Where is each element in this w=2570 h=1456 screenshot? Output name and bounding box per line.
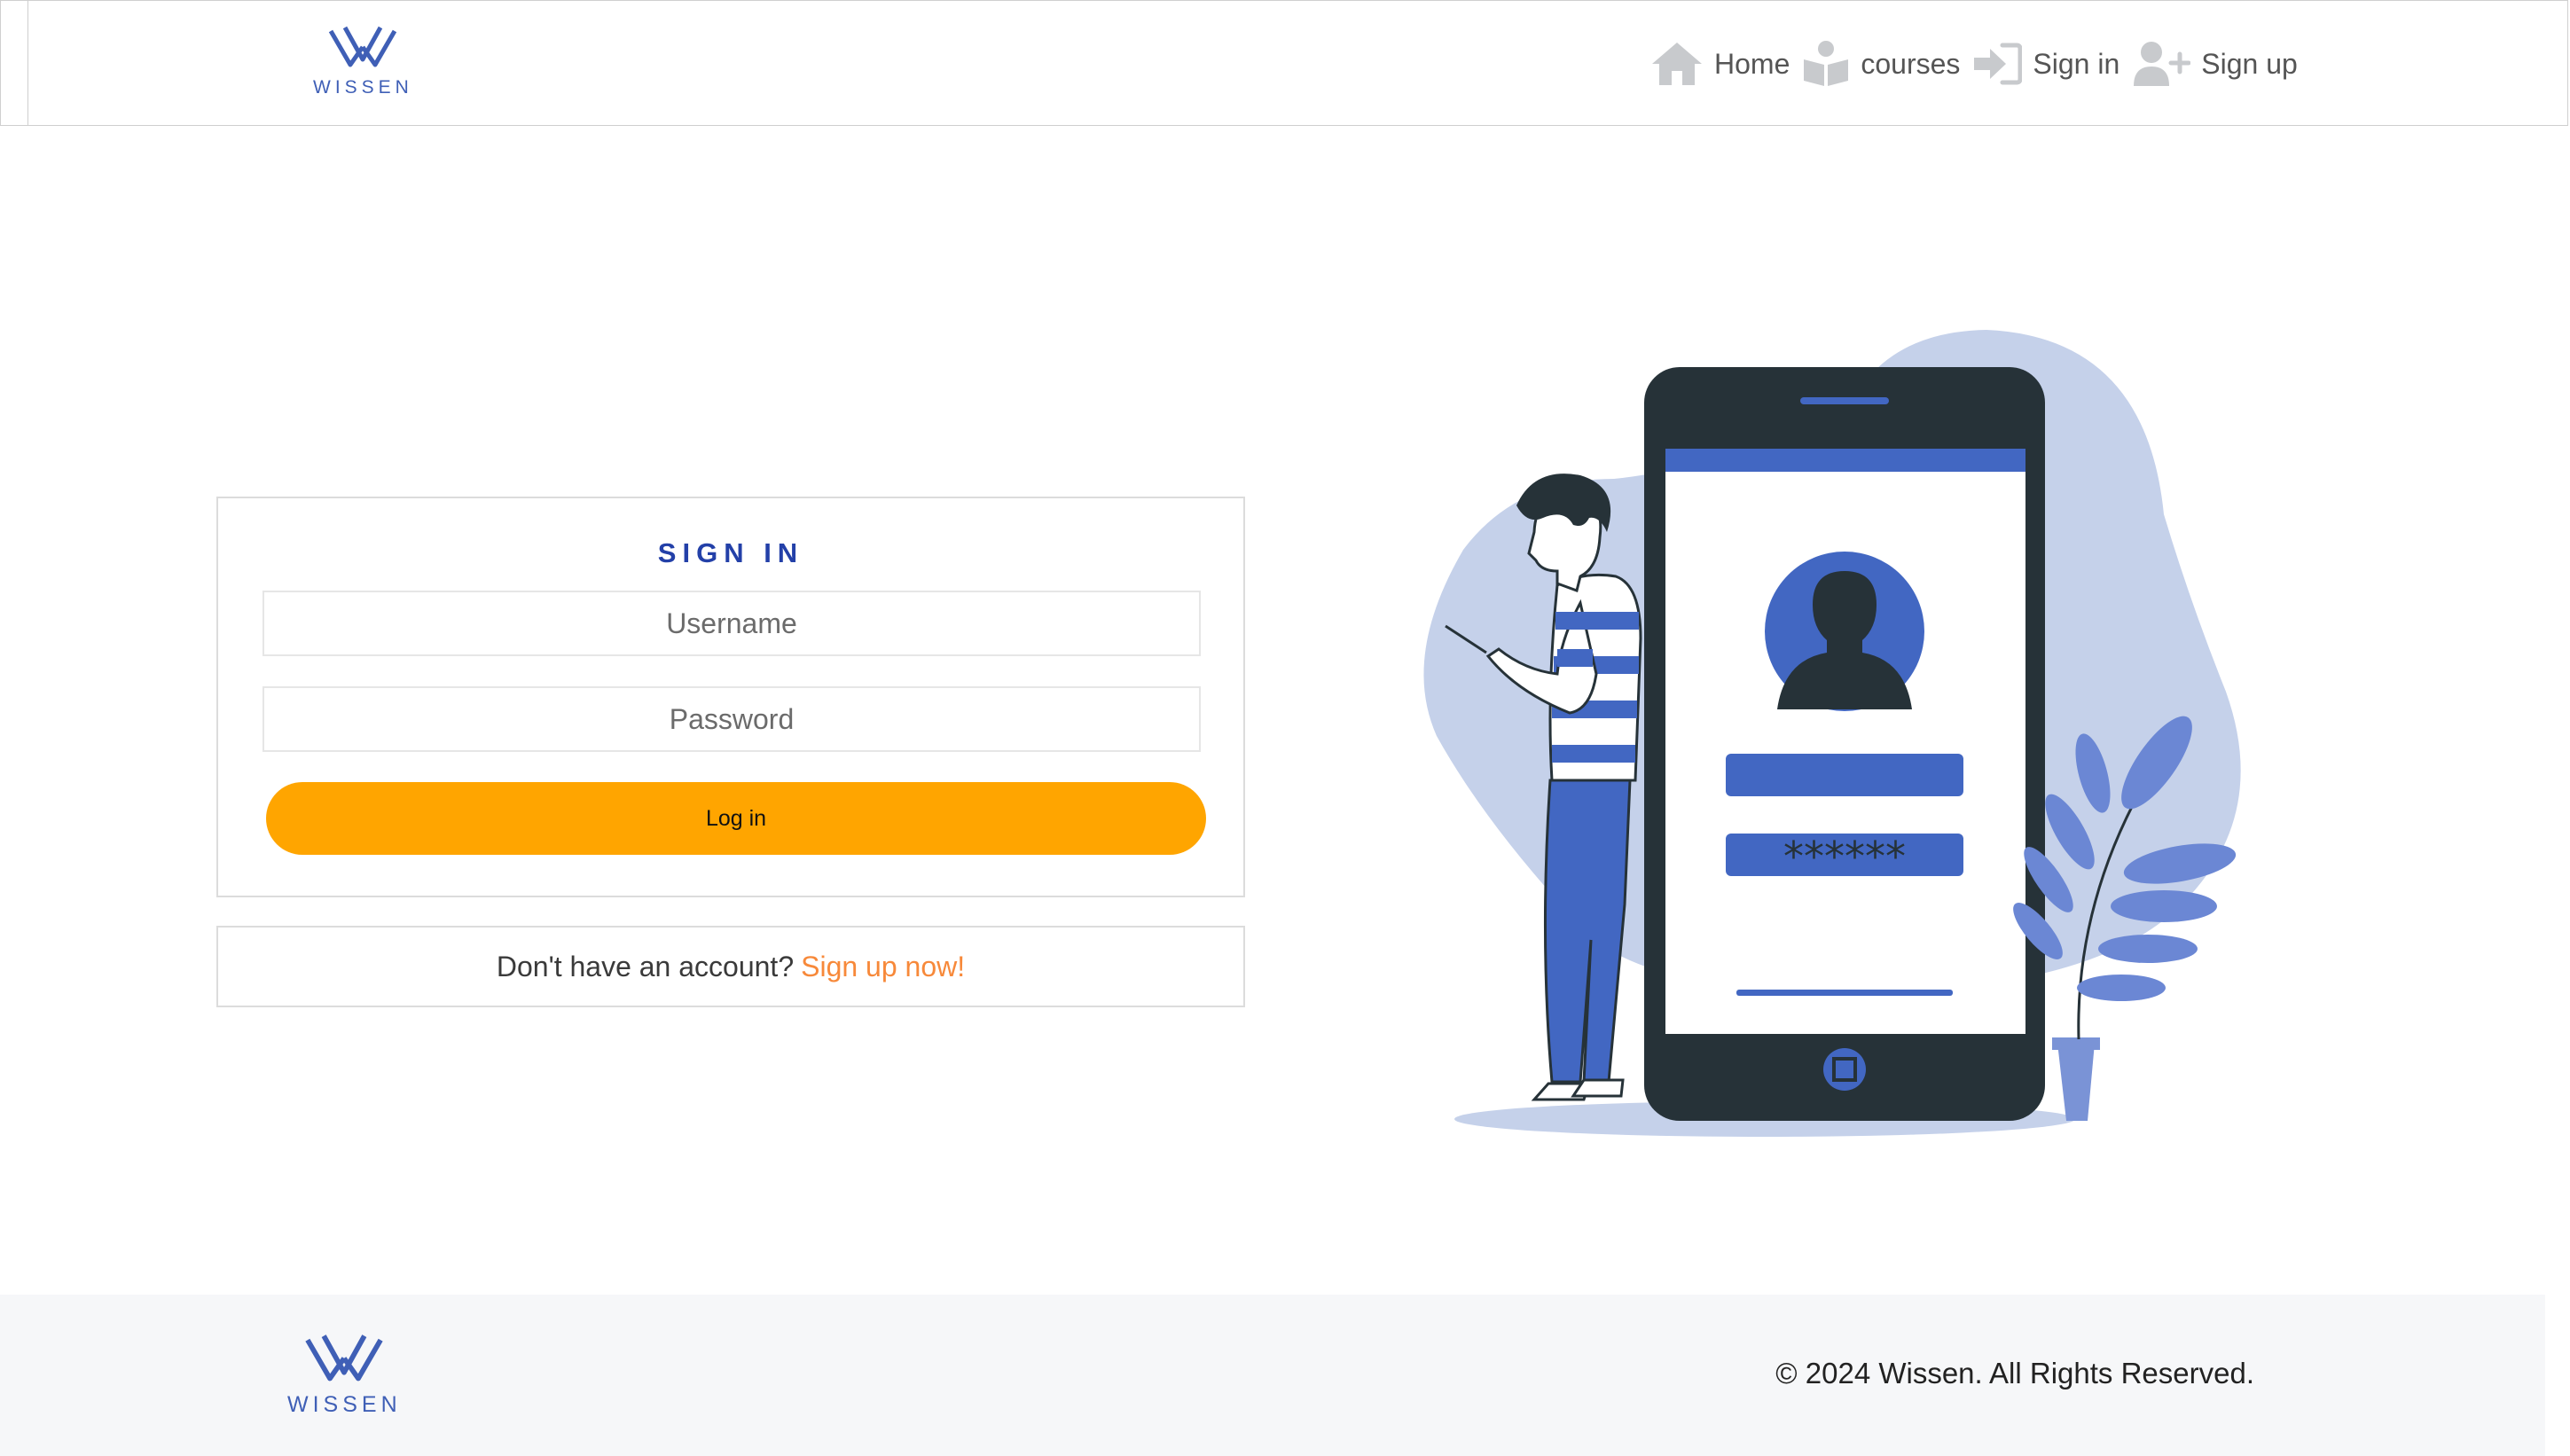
footer-logo-text: WISSEN — [287, 1392, 402, 1417]
footer: WISSEN © 2024 Wissen. All Rights Reserve… — [0, 1295, 2545, 1456]
nav-home[interactable]: Home — [1650, 41, 1790, 87]
password-input[interactable] — [262, 686, 1201, 752]
phone-graphic: ****** — [1644, 367, 2045, 1121]
brand-logo-text: WISSEN — [313, 77, 413, 98]
user-plus-icon — [2134, 42, 2191, 86]
home-button-graphic — [1823, 1048, 1866, 1091]
footer-logo[interactable]: WISSEN — [287, 1332, 402, 1418]
nav-home-label: Home — [1714, 47, 1790, 80]
nav-sign-up-label: Sign up — [2201, 47, 2298, 80]
book-reader-icon — [1804, 41, 1849, 86]
footer-logo-mark-icon — [305, 1335, 383, 1382]
brand-logo[interactable]: WISSEN — [313, 24, 413, 98]
navbar-divider — [27, 1, 28, 125]
username-input[interactable] — [262, 591, 1201, 656]
nav-courses-label: courses — [1861, 47, 1961, 80]
password-mask: ****** — [1783, 833, 1906, 881]
sign-in-title: SIGN IN — [657, 537, 804, 568]
home-icon — [1652, 43, 1702, 85]
login-button[interactable]: Log in — [266, 782, 1206, 855]
login-illustration: ****** — [1423, 330, 2241, 1137]
sign-up-prompt-card: Don't have an account? Sign up now! — [216, 926, 1245, 1007]
sign-up-link[interactable]: Sign up now! — [801, 951, 965, 983]
footer-copyright: © 2024 Wissen. All Rights Reserved. — [1775, 1357, 2254, 1389]
sign-in-icon — [1974, 43, 2023, 85]
nav-sign-in[interactable]: Sign in — [1972, 42, 2119, 86]
navbar: WISSEN Home courses Sign in Sign up — [0, 0, 2568, 126]
main-nav: Home courses Sign in Sign up — [1638, 36, 2298, 91]
nav-sign-in-label: Sign in — [2033, 47, 2120, 80]
sign-up-prompt-text: Don't have an account? — [496, 950, 795, 982]
nav-courses[interactable]: courses — [1802, 40, 1960, 88]
nav-sign-up[interactable]: Sign up — [2132, 40, 2298, 88]
brand-logo-mark-icon — [329, 26, 397, 67]
sign-in-card: SIGN IN Log in — [216, 497, 1245, 897]
